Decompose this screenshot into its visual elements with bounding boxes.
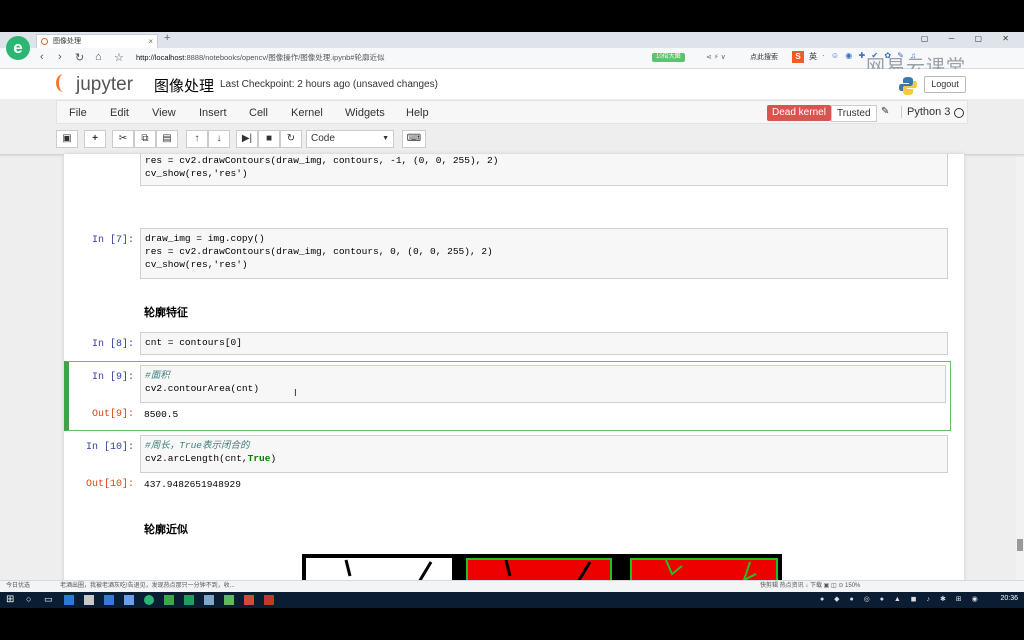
interrupt-icon[interactable]: ■: [258, 130, 280, 148]
output-prompt: Out[10]:: [85, 479, 134, 490]
status-right[interactable]: 快剪辑 热点资讯 ↓ 下载 ▣ ◫ ⊙ 150%: [760, 581, 860, 592]
keyboard-icon[interactable]: ⌨: [402, 130, 426, 148]
add-cell-icon[interactable]: +: [84, 130, 106, 148]
scrollbar-thumb[interactable]: [1017, 539, 1023, 551]
markdown-heading[interactable]: 轮廓近似: [144, 521, 188, 537]
menu-help[interactable]: Help: [406, 107, 429, 119]
sogou-icon[interactable]: S: [792, 51, 804, 63]
search-button[interactable]: 点此搜索: [750, 52, 778, 62]
menu-insert[interactable]: Insert: [199, 107, 227, 119]
app-taskbar-icon[interactable]: [104, 595, 114, 605]
forward-icon[interactable]: ›: [58, 51, 62, 63]
browser-logo-icon[interactable]: e: [6, 36, 30, 60]
browser-tab[interactable]: 图像处理 ×: [36, 34, 158, 48]
url-host: http://localhost: [136, 53, 185, 62]
code-cell-input[interactable]: #周长，True表示闭合的 cv2.arcLength(cnt,True): [140, 435, 948, 473]
menu-widgets[interactable]: Widgets: [345, 107, 385, 119]
code-cell-input[interactable]: res = cv2.drawContours(draw_img, contour…: [140, 154, 948, 186]
markdown-heading[interactable]: 轮廓特征: [144, 304, 188, 320]
move-down-icon[interactable]: ↓: [208, 130, 230, 148]
text-cursor-icon: I: [294, 388, 297, 399]
app-taskbar-icon[interactable]: [204, 595, 214, 605]
app-taskbar-icon[interactable]: [184, 595, 194, 605]
menu-bar: File Edit View Insert Cell Kernel Widget…: [56, 100, 968, 124]
input-prompt: In [10]:: [85, 442, 134, 453]
ime-label: 英: [809, 52, 819, 61]
tab-title: 图像处理: [53, 38, 81, 45]
save-icon[interactable]: ▣: [56, 130, 78, 148]
code-cell-input[interactable]: #面积 cv2.contourArea(cnt): [140, 365, 946, 403]
app-taskbar-icon[interactable]: [144, 595, 154, 605]
notebook-toolbar: ▣ + ✂ ⧉ ▤ ↑ ↓ ▶| ■ ↻ Code ▼ ⌨: [56, 128, 968, 152]
tab-bar: 图像处理 × + ▢ ─ ▢ ✕: [0, 32, 1024, 48]
clock: 20:36: [1000, 595, 1018, 602]
url-path: :8888/notebooks/opencv/图像操作/图像处理.ipynb#轮…: [184, 53, 385, 62]
app-taskbar-icon[interactable]: [244, 595, 254, 605]
edit-mode-icon: ✎: [881, 106, 890, 117]
restart-icon[interactable]: ↻: [280, 130, 302, 148]
trusted-indicator[interactable]: Trusted: [831, 105, 877, 122]
share-icon[interactable]: ⋖ ⚡ ∨: [706, 53, 726, 61]
notebook-container: res = cv2.drawContours(draw_img, contour…: [64, 154, 964, 586]
zoom-badge[interactable]: 10倍大图: [652, 53, 685, 62]
tray-icons[interactable]: ● ◆ ● ◎ ● ▲ ◼ ♪ ✱ ⊞ ◉: [820, 595, 982, 603]
cell-type-select[interactable]: Code ▼: [306, 130, 394, 148]
paste-icon[interactable]: ▤: [156, 130, 178, 148]
chevron-down-icon: ▼: [382, 135, 389, 142]
cell-output: 8500.5: [144, 409, 179, 420]
move-up-icon[interactable]: ↑: [186, 130, 208, 148]
page-scrollbar[interactable]: [1016, 157, 1024, 587]
logout-button[interactable]: Logout: [924, 76, 966, 93]
os-taskbar: ⊞ ○ ▭ ● ◆ ● ◎ ● ▲ ◼ ♪ ✱ ⊞ ◉ 20:36: [0, 592, 1024, 608]
menu-kernel[interactable]: Kernel: [291, 107, 323, 119]
code-cell-input[interactable]: cnt = contours[0]: [140, 332, 948, 355]
menu-edit[interactable]: Edit: [110, 107, 129, 119]
browser-taskbar-icon[interactable]: [64, 595, 74, 605]
app-taskbar-icon[interactable]: [84, 595, 94, 605]
app-taskbar-icon[interactable]: [224, 595, 234, 605]
task-view-icon[interactable]: ▭: [44, 594, 53, 605]
checkpoint-status: Last Checkpoint: 2 hours ago (unsaved ch…: [220, 79, 438, 90]
browser-status-bar: 今日优选 老酒出圈，我被老酒灰吃!告退见，发现热点那只一分钟不到，收... 快剪…: [0, 580, 1024, 592]
app-taskbar-icon[interactable]: [164, 595, 174, 605]
status-left[interactable]: 今日优选: [6, 581, 30, 592]
menu-view[interactable]: View: [152, 107, 176, 119]
copy-icon[interactable]: ⧉: [134, 130, 156, 148]
code-cell-input[interactable]: draw_img = img.copy() res = cv2.drawCont…: [140, 228, 948, 279]
input-prompt: In [9]:: [91, 372, 134, 383]
search-icon[interactable]: ○: [26, 594, 31, 604]
output-prompt: Out[9]:: [91, 409, 134, 420]
reload-icon[interactable]: ↻: [75, 51, 84, 64]
new-tab-button[interactable]: +: [164, 32, 170, 44]
status-news[interactable]: 老酒出圈，我被老酒灰吃!告退见，发现热点那只一分钟不到，收...: [60, 581, 235, 592]
python-logo-icon: [899, 77, 917, 95]
input-prompt: In [7]:: [91, 235, 134, 246]
dead-kernel-indicator[interactable]: Dead kernel: [767, 105, 831, 121]
input-prompt: In [8]:: [91, 339, 134, 350]
menu-file[interactable]: File: [69, 107, 87, 119]
cell-output: 437.9482651948929: [144, 479, 241, 490]
back-icon[interactable]: ‹: [40, 51, 44, 63]
kernel-status-icon: [954, 108, 964, 118]
url-input[interactable]: http://localhost:8888/notebooks/opencv/图…: [136, 51, 646, 64]
app-taskbar-icon[interactable]: [264, 595, 274, 605]
jupyter-header: jupyter 图像处理 Last Checkpoint: 2 hours ag…: [0, 69, 1024, 99]
window-controls[interactable]: ▢ ─ ▢ ✕: [921, 34, 1018, 43]
start-icon[interactable]: ⊞: [6, 594, 14, 605]
cut-icon[interactable]: ✂: [112, 130, 134, 148]
app-taskbar-icon[interactable]: [124, 595, 134, 605]
jupyter-logo[interactable]: jupyter: [56, 74, 133, 96]
notebook-title[interactable]: 图像处理: [154, 75, 214, 96]
kernel-name: Python 3: [901, 106, 950, 118]
jupyter-logo-icon: [56, 74, 71, 92]
close-icon[interactable]: ×: [148, 35, 153, 48]
browser-window: 图像处理 × + ▢ ─ ▢ ✕ e ‹ › ↻ ⌂ ☆ http://loca…: [0, 32, 1024, 592]
tab-favicon-icon: [41, 38, 48, 45]
menu-cell[interactable]: Cell: [249, 107, 268, 119]
home-icon[interactable]: ⌂: [95, 51, 102, 63]
run-icon[interactable]: ▶|: [236, 130, 258, 148]
bookmark-star-icon[interactable]: ☆: [114, 51, 124, 64]
